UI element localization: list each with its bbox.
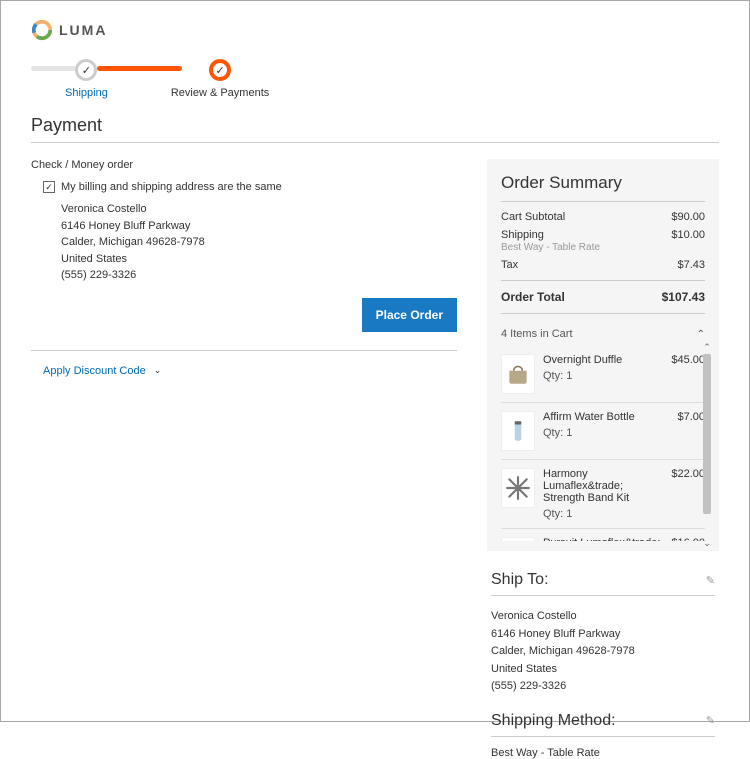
shipping-method-value: Best Way - Table Rate [491, 747, 715, 759]
divider [491, 595, 715, 596]
edit-icon[interactable]: ✎ [706, 574, 715, 587]
item-name: Harmony Lumaflex&trade; Strength Band Ki… [543, 468, 663, 504]
product-thumb [501, 411, 535, 451]
scrollbar-thumb[interactable] [703, 354, 711, 514]
payment-method-title: Check / Money order [31, 159, 457, 171]
divider [491, 736, 715, 737]
cart-item: Harmony Lumaflex&trade; Strength Band Ki… [501, 460, 705, 529]
step-shipping-circle: ✓ [75, 59, 97, 81]
page-title: Payment [31, 115, 719, 136]
tax-value: $7.43 [677, 259, 705, 271]
check-icon: ✓ [82, 64, 91, 77]
tax-label: Tax [501, 259, 518, 271]
product-thumb [501, 354, 535, 394]
shipping-label: Shipping [501, 229, 544, 241]
shipping-sublabel: Best Way - Table Rate [501, 242, 600, 253]
cart-item: Pursuit Lumaflex&trade; Tone $16.00 [501, 529, 705, 541]
addr-phone: (555) 229-3326 [491, 678, 715, 696]
step-review: ✓ Review & Payments [171, 59, 269, 99]
scroll-down-icon[interactable]: ⌄ [703, 538, 711, 549]
addr-name: Veronica Costello [491, 608, 715, 626]
scrollbar[interactable] [703, 350, 711, 538]
item-price: $16.00 [671, 537, 705, 541]
step-review-circle: ✓ [209, 59, 231, 81]
addr-country: United States [491, 661, 715, 679]
order-total-value: $107.43 [662, 290, 705, 304]
check-icon: ✓ [215, 64, 224, 77]
same-address-checkbox[interactable] [43, 181, 55, 193]
divider [501, 313, 705, 314]
divider [501, 280, 705, 281]
place-order-button[interactable]: Place Order [362, 298, 457, 332]
billing-address: Veronica Costello 6146 Honey Bluff Parkw… [61, 201, 457, 284]
addr-city: Calder, Michigan 49628-7978 [491, 643, 715, 661]
item-price: $22.00 [671, 468, 705, 520]
subtotal-value: $90.00 [671, 211, 705, 223]
product-thumb [501, 468, 535, 508]
item-name: Overnight Duffle [543, 354, 663, 366]
step-shipping-label[interactable]: Shipping [65, 87, 108, 99]
cart-item: Affirm Water Bottle Qty: 1 $7.00 [501, 403, 705, 460]
item-qty: Qty: 1 [543, 427, 669, 439]
cart-item: Overnight Duffle Qty: 1 $45.00 [501, 346, 705, 403]
step-review-label: Review & Payments [171, 87, 269, 99]
divider [31, 350, 457, 351]
order-summary-title: Order Summary [501, 173, 705, 193]
addr-street: 6146 Honey Bluff Parkway [61, 218, 457, 235]
logo-icon [31, 19, 53, 41]
cart-items-label: 4 Items in Cart [501, 328, 573, 340]
divider [501, 201, 705, 202]
same-address-label: My billing and shipping address are the … [61, 181, 282, 193]
ship-to-title: Ship To: [491, 571, 549, 589]
item-qty: Qty: 1 [543, 508, 663, 520]
item-name: Pursuit Lumaflex&trade; Tone [543, 537, 663, 541]
shipping-method-title: Shipping Method: [491, 712, 616, 730]
addr-country: United States [61, 251, 457, 268]
apply-discount-toggle[interactable]: Apply Discount Code ⌄ [43, 365, 457, 377]
addr-phone: (555) 229-3326 [61, 267, 457, 284]
item-name: Affirm Water Bottle [543, 411, 669, 423]
order-total-label: Order Total [501, 290, 565, 304]
item-qty: Qty: 1 [543, 370, 663, 382]
cart-items-list: Overnight Duffle Qty: 1 $45.00 Affirm Wat… [501, 346, 705, 541]
checkout-stepper: ✓ Shipping ✓ Review & Payments [31, 59, 719, 99]
shipping-value: $10.00 [671, 229, 705, 241]
subtotal-label: Cart Subtotal [501, 211, 565, 223]
addr-street: 6146 Honey Bluff Parkway [491, 626, 715, 644]
ship-to-address: Veronica Costello 6146 Honey Bluff Parkw… [491, 608, 715, 696]
divider [31, 142, 719, 143]
logo[interactable]: LUMA [31, 19, 719, 41]
chevron-down-icon: ⌄ [154, 365, 162, 376]
item-price: $7.00 [677, 411, 705, 451]
addr-name: Veronica Costello [61, 201, 457, 218]
cart-items-toggle[interactable]: 4 Items in Cart ⌃ [501, 320, 705, 340]
edit-icon[interactable]: ✎ [706, 714, 715, 727]
addr-city: Calder, Michigan 49628-7978 [61, 234, 457, 251]
logo-text: LUMA [59, 22, 107, 38]
product-thumb [501, 537, 535, 541]
stepper-bar-active [97, 66, 182, 71]
discount-label: Apply Discount Code [43, 365, 146, 377]
order-summary: Order Summary Cart Subtotal $90.00 Shippi… [487, 159, 719, 551]
chevron-up-icon: ⌃ [697, 329, 705, 340]
item-price: $45.00 [671, 354, 705, 394]
